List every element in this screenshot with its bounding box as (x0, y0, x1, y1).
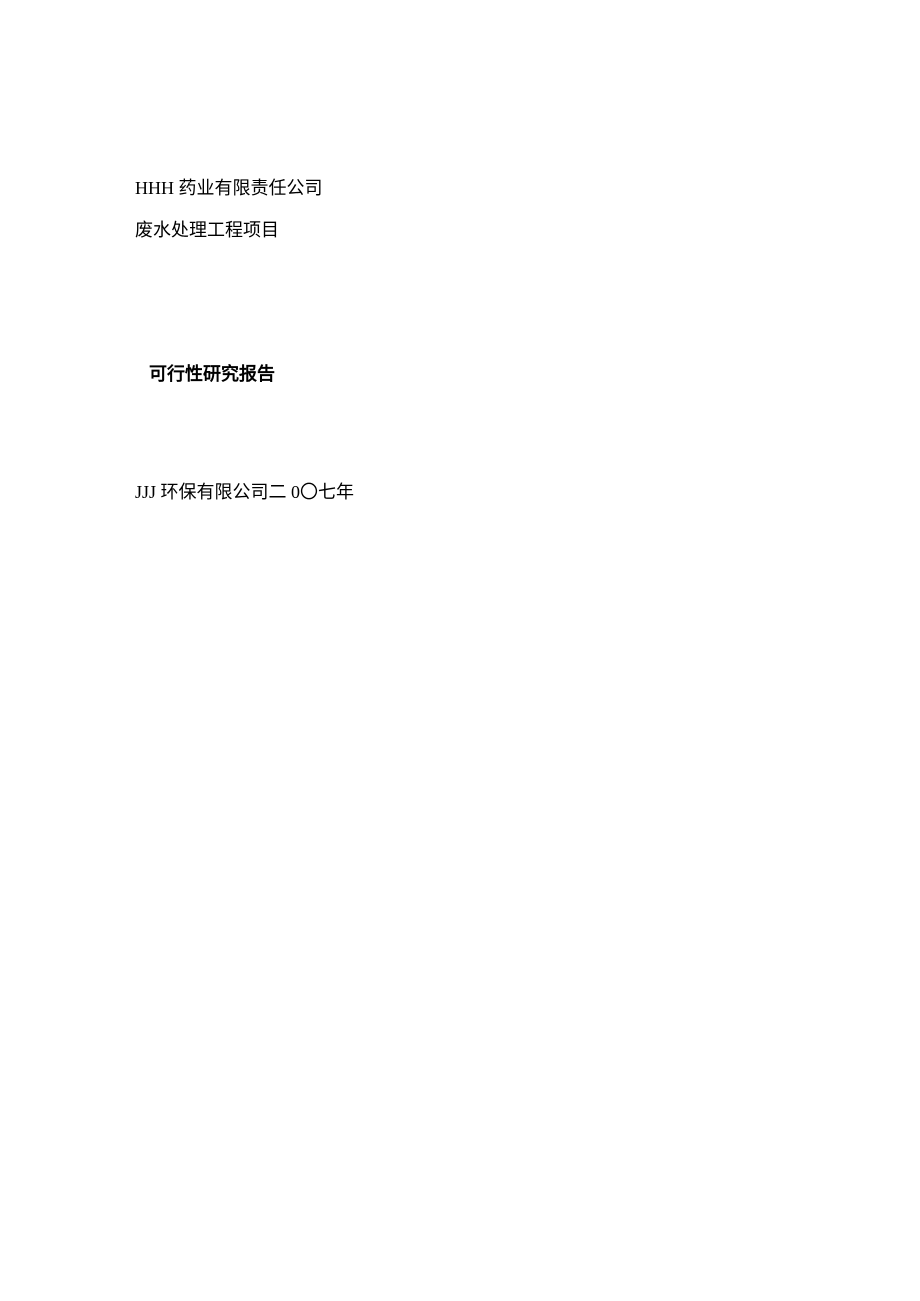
author-date: JJJ 环保有限公司二 0〇七年 (135, 474, 785, 510)
company-name: HHH 药业有限责任公司 (135, 170, 785, 206)
document-page: HHH 药业有限责任公司 废水处理工程项目 可行性研究报告 JJJ 环保有限公司… (0, 0, 920, 510)
report-title: 可行性研究报告 (135, 356, 785, 392)
project-name: 废水处理工程项目 (135, 212, 785, 248)
